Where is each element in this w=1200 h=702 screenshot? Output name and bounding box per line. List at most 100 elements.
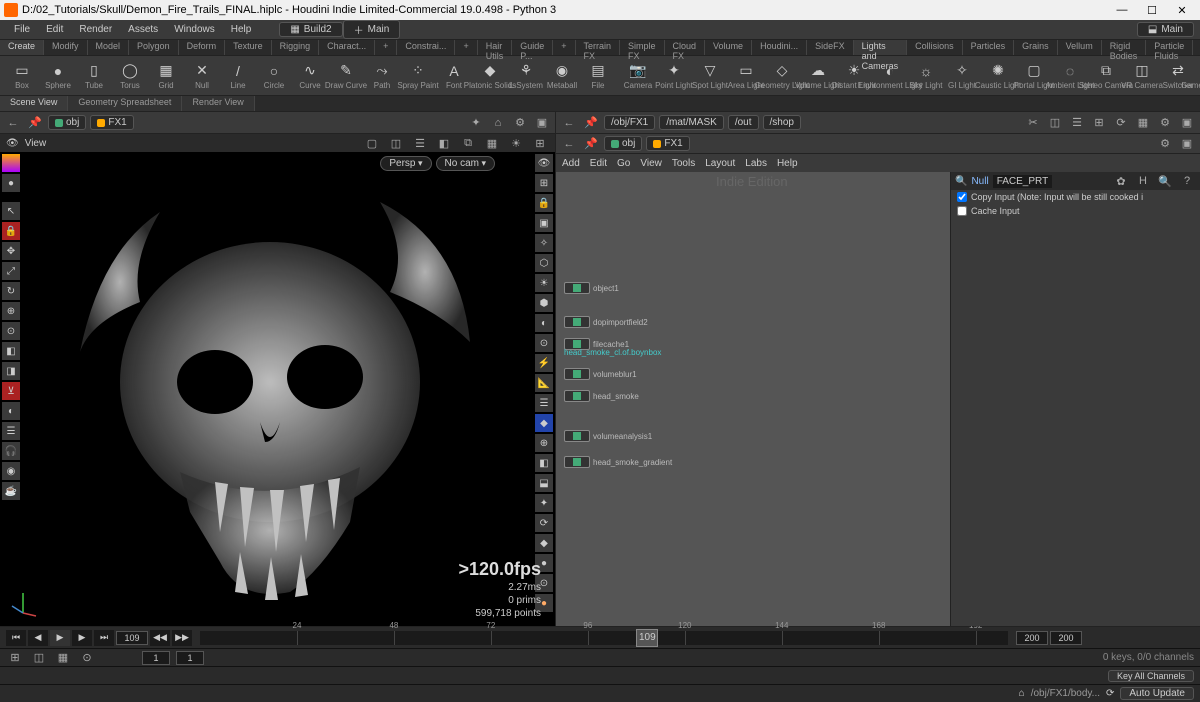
timeline-cursor[interactable]: 109	[636, 629, 658, 647]
gear-icon[interactable]: ⚙	[511, 114, 529, 132]
shelf-tool-grid[interactable]: ▦Grid	[148, 58, 184, 94]
shelf-tab[interactable]: Simple FX	[620, 40, 665, 55]
status-home-icon[interactable]: ⌂	[1019, 688, 1025, 699]
shelf-tab[interactable]: Create	[0, 40, 44, 55]
vr-17[interactable]: ✦	[535, 494, 553, 512]
key-prev[interactable]: ◀◀	[150, 630, 170, 646]
shelf-tab[interactable]: Houdini...	[752, 40, 807, 55]
shelf-tab[interactable]: Texture	[225, 40, 272, 55]
shelf-tool-l-system[interactable]: ⚘L-System	[508, 58, 544, 94]
vt-scale[interactable]: ⤢	[2, 262, 20, 280]
timeline-track[interactable]: 24487296120144168192 109	[200, 631, 1008, 645]
vr-11[interactable]: 📐	[535, 374, 553, 392]
tab-render-view[interactable]: Render View	[182, 96, 254, 111]
network-node[interactable]: head_smoke	[564, 390, 639, 402]
update-mode[interactable]: Auto Update	[1120, 687, 1194, 700]
shelf-tab[interactable]: Deform	[179, 40, 226, 55]
shelf-tab[interactable]: Cloud FX	[665, 40, 706, 55]
pin-icon[interactable]: 📌	[582, 114, 600, 132]
r-i5[interactable]: ⟳	[1112, 114, 1130, 132]
shelf-tool-curve[interactable]: ∿Curve	[292, 58, 328, 94]
shelf-tool-file[interactable]: ▤File	[580, 58, 616, 94]
key-all-button[interactable]: Key All Channels	[1108, 670, 1194, 682]
shelf-tool-point-light[interactable]: ✦Point Light	[656, 58, 692, 94]
shelf-tool-spray-paint[interactable]: ⁘Spray Paint	[400, 58, 436, 94]
nm-layout[interactable]: Layout	[705, 158, 735, 169]
vh-3[interactable]: ☰	[411, 134, 429, 152]
r-i4[interactable]: ⊞	[1090, 114, 1108, 132]
crumb-0[interactable]: /obj/FX1	[604, 115, 655, 130]
shelf-tab[interactable]: SideFX	[807, 40, 854, 55]
vt-select[interactable]: ↖	[2, 202, 20, 220]
network-editor[interactable]: Add Edit Go View Tools Layout Labs Help …	[556, 154, 1200, 626]
copy-input-checkbox[interactable]	[957, 192, 967, 202]
shelf-tab[interactable]: Model	[88, 40, 130, 55]
shelf-tab[interactable]: Modify	[44, 40, 88, 55]
shelf-tool-gamepad-camera[interactable]: 🎮Gamepad Camera	[1196, 58, 1200, 94]
vt-6[interactable]: ⊕	[2, 302, 20, 320]
shelf-tool-path[interactable]: ⤳Path	[364, 58, 400, 94]
shelf-tab[interactable]: Rigid Bodies	[1102, 40, 1147, 55]
vr-19[interactable]: ◆	[535, 534, 553, 552]
vr-8[interactable]: ◐	[535, 314, 553, 332]
r2-i1[interactable]: ⚙	[1156, 135, 1174, 153]
desktop-selector-far-right[interactable]: ⬓Main	[1137, 22, 1194, 37]
shelf-tab[interactable]: Particles	[963, 40, 1015, 55]
shelf-tool-sky-light[interactable]: ☼Sky Light	[908, 58, 944, 94]
current-frame-input[interactable]	[116, 631, 148, 645]
r-i3[interactable]: ☰	[1068, 114, 1086, 132]
r-i7[interactable]: ⚙	[1156, 114, 1174, 132]
network-node[interactable]: dopimportfield2	[564, 316, 648, 328]
vt-move[interactable]: ✥	[2, 242, 20, 260]
shelf-tool-volume-light[interactable]: ☁Volume Light	[800, 58, 836, 94]
vh-2[interactable]: ◫	[387, 134, 405, 152]
shelf-tool-camera[interactable]: 📷Camera	[620, 58, 656, 94]
path-node[interactable]: FX1	[90, 115, 133, 130]
shelf-tool-metaball[interactable]: ◉Metaball	[544, 58, 580, 94]
vt-snap[interactable]: ◨	[2, 362, 20, 380]
shelf-tab[interactable]: Lights and Cameras	[854, 40, 908, 55]
menu-windows[interactable]: Windows	[166, 22, 223, 37]
nm-tools[interactable]: Tools	[672, 158, 695, 169]
network-node[interactable]: head_smoke_cl.of.boynbox	[564, 348, 661, 357]
vr-9[interactable]: ⊙	[535, 334, 553, 352]
vr-10[interactable]: ⚡	[535, 354, 553, 372]
shelf-tab[interactable]: Vellum	[1058, 40, 1102, 55]
shelf-tab[interactable]: Terrain FX	[576, 40, 621, 55]
r2-i2[interactable]: ▣	[1178, 135, 1196, 153]
shelf-tab[interactable]: Rigging	[272, 40, 320, 55]
play-button[interactable]: ▶	[50, 630, 70, 646]
vr-14[interactable]: ⊕	[535, 434, 553, 452]
shelf-tool-spot-light[interactable]: ▽Spot Light	[692, 58, 728, 94]
vh-8[interactable]: ⊞	[531, 134, 549, 152]
nm-add[interactable]: Add	[562, 158, 580, 169]
camera-dropdown[interactable]: No cam ▾	[436, 156, 495, 171]
vh-7[interactable]: ☀	[507, 134, 525, 152]
path-obj-r[interactable]: obj	[604, 136, 642, 151]
last-frame-button[interactable]: ⏭	[94, 630, 114, 646]
vt-lock[interactable]: 🔒	[2, 222, 20, 240]
shelf-tab[interactable]: Constrai...	[397, 40, 455, 55]
vt-11[interactable]: ◐	[2, 402, 20, 420]
vt-15[interactable]: ☕	[2, 482, 20, 500]
page-end[interactable]	[176, 651, 204, 665]
menu-render[interactable]: Render	[71, 22, 120, 37]
shelf-tool-tube[interactable]: ▯Tube	[76, 58, 112, 94]
vr-6[interactable]: ☀	[535, 274, 553, 292]
nm-help[interactable]: Help	[777, 158, 798, 169]
p-gear-icon[interactable]: ✿	[1112, 172, 1130, 190]
p-search-icon[interactable]: 🔍	[1156, 172, 1174, 190]
menu-assets[interactable]: Assets	[120, 22, 166, 37]
vr-13[interactable]: ◆	[535, 414, 553, 432]
nav-icon[interactable]: ✦	[467, 114, 485, 132]
home-icon[interactable]: ⌂	[489, 114, 507, 132]
menu-file[interactable]: File	[6, 22, 38, 37]
vt-8[interactable]: ◧	[2, 342, 20, 360]
shelf-tab[interactable]: Polygon	[129, 40, 179, 55]
vt-sphere[interactable]: ●	[2, 174, 20, 192]
network-node[interactable]: head_smoke_gradient	[564, 456, 672, 468]
path-obj[interactable]: obj	[48, 115, 86, 130]
shelf-tool-circle[interactable]: ○Circle	[256, 58, 292, 94]
ch-4[interactable]: ⊙	[78, 649, 96, 667]
back-icon[interactable]: ←	[4, 114, 22, 132]
